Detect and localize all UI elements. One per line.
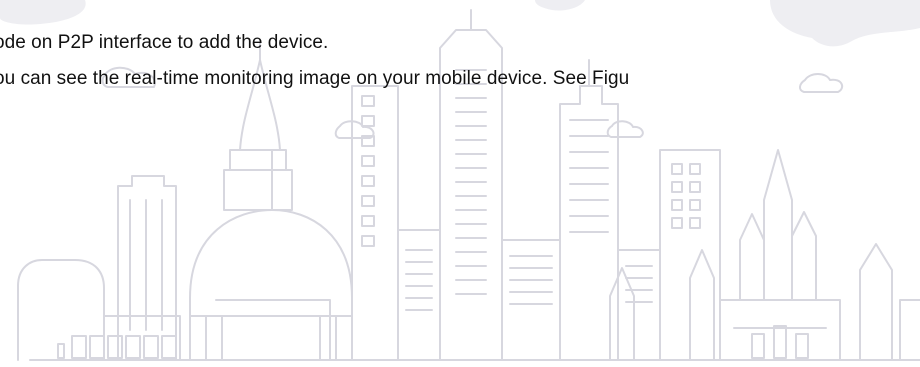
instruction-text-line-1: ode on P2P interface to add the device.: [0, 32, 329, 53]
city-skyline-watermark-icon: [0, 0, 920, 361]
document-page: ode on P2P interface to add the device. …: [0, 0, 920, 367]
instruction-text-line-2: ou can see the real-time monitoring imag…: [0, 68, 630, 89]
